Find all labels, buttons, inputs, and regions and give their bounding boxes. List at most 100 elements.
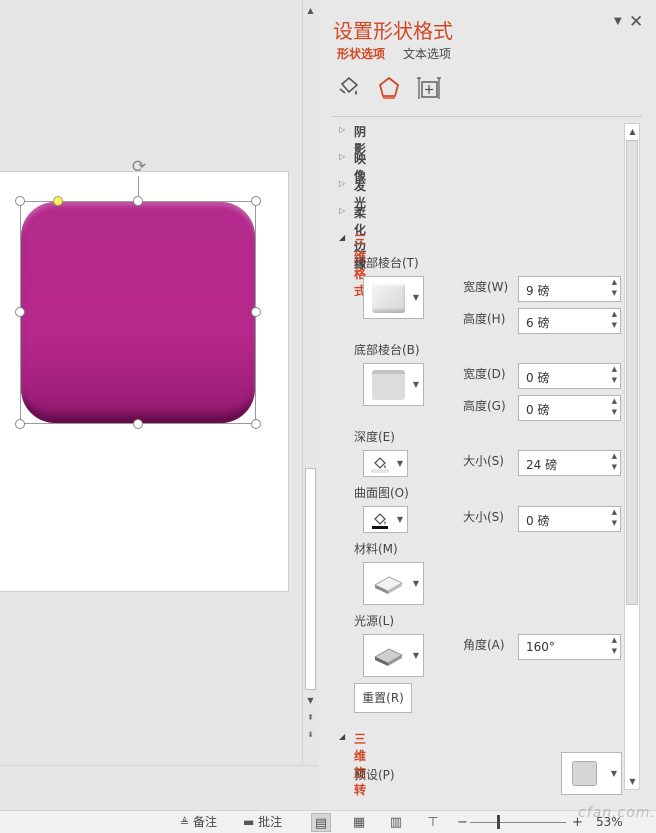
spin-value: 24 磅 <box>526 458 558 472</box>
spin-up-icon[interactable]: ▲ <box>612 508 617 516</box>
top-width-input[interactable]: 9 磅 ▲ ▼ <box>518 276 621 302</box>
chevron-down-icon: ▼ <box>412 380 419 389</box>
pane-vertical-scrollbar[interactable]: ▲ ▼ <box>624 123 640 790</box>
resize-handle-left[interactable] <box>15 307 25 317</box>
spin-up-icon[interactable]: ▲ <box>612 365 617 373</box>
rotation-preview-icon <box>572 761 597 786</box>
edit-vertical-scrollbar[interactable]: ▲ ▼ ⇞ ⇟ <box>302 0 318 765</box>
rotation-preset-dropdown[interactable]: ▼ <box>561 752 622 795</box>
next-slide-icon[interactable]: ⇟ <box>304 727 317 742</box>
resize-handle-top-left[interactable] <box>15 196 25 206</box>
material-dropdown[interactable]: ▼ <box>363 562 424 605</box>
comments-label: 批注 <box>258 815 283 829</box>
bottom-bevel-label: 底部棱台(B) <box>354 343 420 357</box>
comments-button[interactable]: ▬ 批注 <box>243 813 282 832</box>
depth-color-dropdown[interactable]: ▼ <box>363 450 408 477</box>
paint-bucket-icon <box>371 457 389 473</box>
depth-size-input[interactable]: 24 磅 ▲ ▼ <box>518 450 621 476</box>
spin-down-icon[interactable]: ▼ <box>612 408 617 416</box>
edit-bottom-area <box>0 765 318 810</box>
lighting-dropdown[interactable]: ▼ <box>363 634 424 677</box>
comment-icon: ▬ <box>243 815 255 829</box>
tab-shape-options[interactable]: 形状选项 <box>337 45 385 62</box>
scroll-thumb[interactable] <box>305 468 316 690</box>
format-shape-pane: 设置形状格式 ▼ ✕ 形状选项 文本选项 ▷ 阴影 ▷ 映像 ▷ 发光 ▷ 柔化边缘 ◢… <box>318 0 656 810</box>
chevron-down-icon: ▼ <box>610 769 617 778</box>
slide-edit-area[interactable]: ⟳ <box>0 0 302 765</box>
normal-view-icon[interactable]: ▤ <box>311 813 331 832</box>
expand-icon: ▷ <box>339 152 346 161</box>
spin-up-icon[interactable]: ▲ <box>612 636 617 644</box>
bevel-preview-icon <box>372 370 405 400</box>
spin-down-icon[interactable]: ▼ <box>612 321 617 329</box>
angle-label: 角度(A) <box>463 638 505 652</box>
paint-bucket-icon <box>372 513 388 529</box>
resize-handle-bottom-left[interactable] <box>15 419 25 429</box>
notes-button[interactable]: ≜ 备注 <box>180 813 217 832</box>
spin-up-icon[interactable]: ▲ <box>612 397 617 405</box>
contour-size-input[interactable]: 0 磅 ▲ ▼ <box>518 506 621 532</box>
lighting-label: 光源(L) <box>354 614 395 628</box>
spin-down-icon[interactable]: ▼ <box>612 463 617 471</box>
bottom-width-input[interactable]: 0 磅 ▲ ▼ <box>518 363 621 389</box>
top-height-input[interactable]: 6 磅 ▲ ▼ <box>518 308 621 334</box>
resize-handle-top[interactable] <box>133 196 143 206</box>
top-height-label: 高度(H) <box>463 312 506 326</box>
scroll-down-icon[interactable]: ▼ <box>626 774 639 789</box>
depth-label: 深度(E) <box>354 430 395 444</box>
zoom-out-icon[interactable]: − <box>457 813 468 832</box>
bottom-bevel-dropdown[interactable]: ▼ <box>363 363 424 406</box>
bottom-height-input[interactable]: 0 磅 ▲ ▼ <box>518 395 621 421</box>
spin-up-icon[interactable]: ▲ <box>612 452 617 460</box>
zoom-slider-thumb[interactable] <box>497 815 500 829</box>
scroll-down-icon[interactable]: ▼ <box>304 693 317 708</box>
top-bevel-label: 顶部棱台(T) <box>354 256 419 270</box>
contour-color-dropdown[interactable]: ▼ <box>363 506 408 533</box>
close-icon[interactable]: ✕ <box>629 12 643 32</box>
slide-sorter-icon[interactable]: ▦ <box>349 813 369 832</box>
slideshow-icon[interactable]: ⊤ <box>423 813 443 832</box>
material-label: 材料(M) <box>354 542 398 556</box>
resize-handle-right[interactable] <box>251 307 261 317</box>
spin-value: 9 磅 <box>526 284 550 298</box>
top-bevel-dropdown[interactable]: ▼ <box>363 276 424 319</box>
spin-down-icon[interactable]: ▼ <box>612 647 617 655</box>
reading-view-icon[interactable]: ▥ <box>386 813 406 832</box>
pane-title: 设置形状格式 <box>333 19 453 43</box>
tab-text-options[interactable]: 文本选项 <box>403 45 451 62</box>
fill-line-icon[interactable] <box>336 75 362 101</box>
pane-options-icon[interactable]: ▼ <box>614 16 622 27</box>
resize-handle-bottom-right[interactable] <box>251 419 261 429</box>
notes-icon: ≜ <box>180 816 190 829</box>
spin-value: 6 磅 <box>526 316 550 330</box>
status-bar: ≜ 备注 ▬ 批注 ▤ ▦ ▥ ⊤ − + 53% <box>0 810 656 833</box>
resize-handle-bottom[interactable] <box>133 419 143 429</box>
resize-handle-top-right[interactable] <box>251 196 261 206</box>
previous-slide-icon[interactable]: ⇞ <box>304 710 317 725</box>
spin-up-icon[interactable]: ▲ <box>612 278 617 286</box>
spin-down-icon[interactable]: ▼ <box>612 289 617 297</box>
zoom-slider[interactable] <box>470 822 566 823</box>
scroll-up-icon[interactable]: ▲ <box>626 124 639 139</box>
scroll-thumb[interactable] <box>626 140 638 605</box>
watermark-logo: cfan.com.cn <box>578 805 656 821</box>
angle-input[interactable]: 160° ▲ ▼ <box>518 634 621 660</box>
spin-value: 0 磅 <box>526 371 550 385</box>
section-label: 三维旋转 <box>354 732 367 797</box>
chevron-down-icon: ▼ <box>412 651 419 660</box>
preset-label: 预设(P) <box>354 768 395 782</box>
effects-icon[interactable] <box>376 75 402 101</box>
spin-down-icon[interactable]: ▼ <box>612 376 617 384</box>
adjust-handle[interactable] <box>53 196 63 206</box>
chevron-down-icon: ▼ <box>396 515 403 524</box>
scroll-up-icon[interactable]: ▲ <box>304 3 317 18</box>
spin-up-icon[interactable]: ▲ <box>612 310 617 318</box>
notes-label: 备注 <box>193 815 218 829</box>
rotate-handle-icon[interactable]: ⟳ <box>128 156 150 178</box>
pane-body: ▷ 阴影 ▷ 映像 ▷ 发光 ▷ 柔化边缘 ◢ 三维格式 顶部棱台(T) ▼ 宽度(W) … <box>332 118 626 798</box>
spin-down-icon[interactable]: ▼ <box>612 519 617 527</box>
size-properties-icon[interactable] <box>416 75 442 101</box>
expand-icon: ▷ <box>339 206 346 215</box>
divider <box>333 116 642 117</box>
reset-button[interactable]: 重置(R) <box>354 683 412 713</box>
